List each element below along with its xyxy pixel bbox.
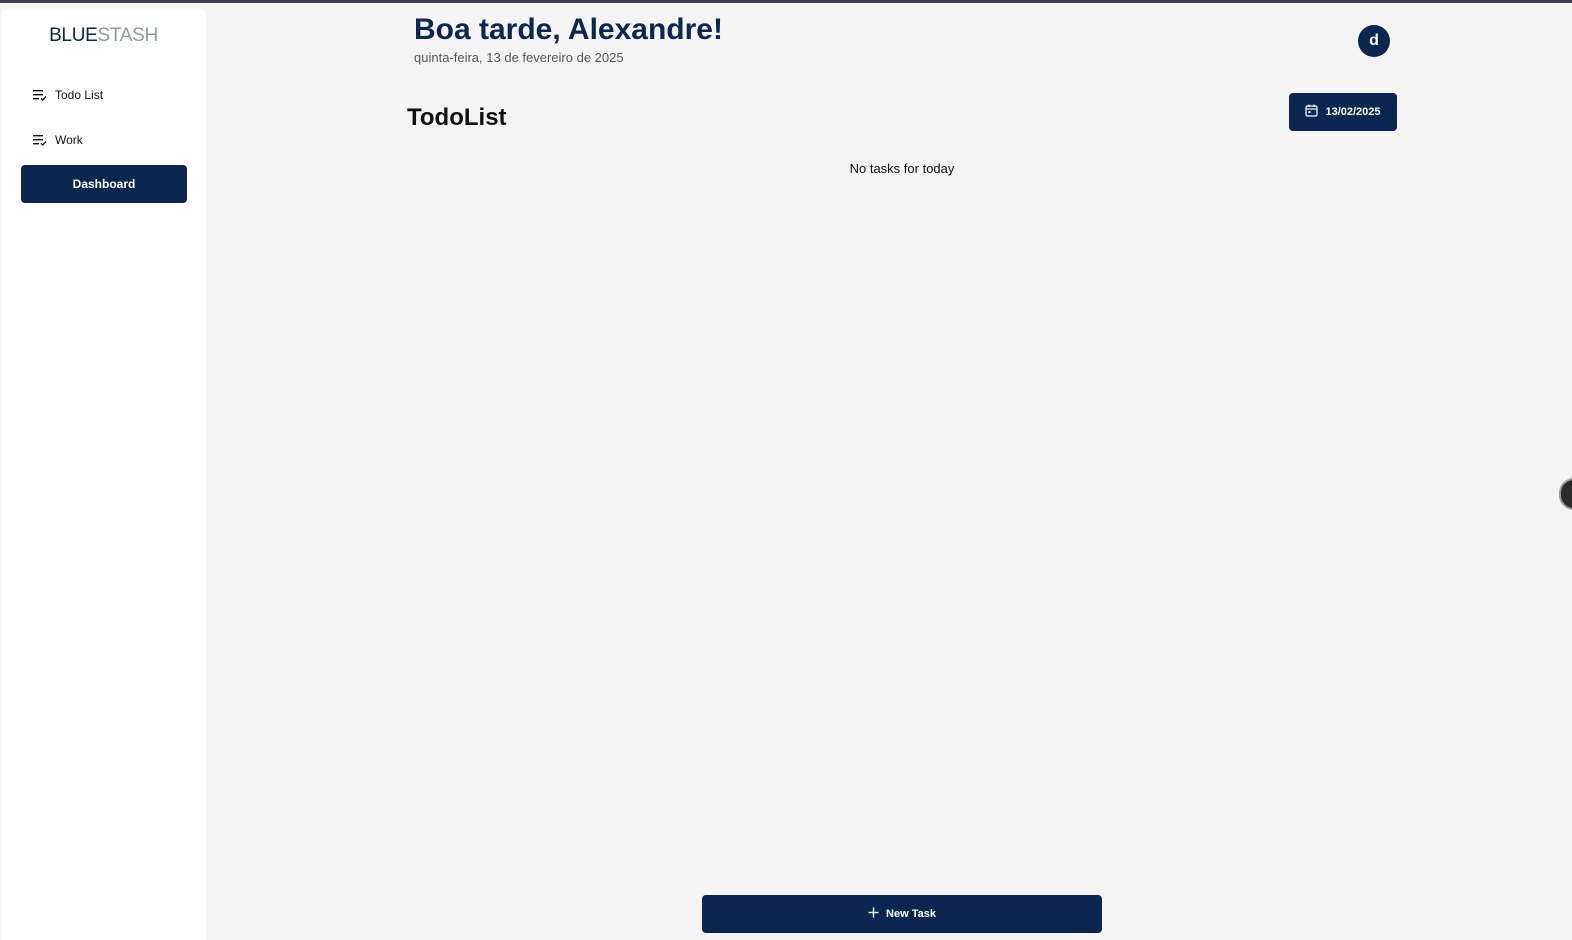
date-button-label: 13/02/2025 xyxy=(1325,106,1381,118)
sidebar-item-label: Dashboard xyxy=(72,177,136,191)
plus-icon xyxy=(868,907,879,921)
list-check-icon xyxy=(33,134,47,146)
floating-widget-handle[interactable] xyxy=(1559,478,1572,510)
current-date-text: quinta-feira, 13 de fevereiro de 2025 xyxy=(414,50,624,65)
greeting-title: Boa tarde, Alexandre! xyxy=(414,13,723,46)
new-task-label: New Task xyxy=(886,908,936,920)
date-picker-button[interactable]: 13/02/2025 xyxy=(1289,93,1397,131)
app-logo: BLUESTASH xyxy=(1,25,206,47)
calendar-icon xyxy=(1305,104,1319,120)
empty-tasks-message: No tasks for today xyxy=(849,161,955,176)
sidebar: BLUESTASH Todo List Work Dashboard xyxy=(1,9,206,940)
logo-text-stash: STASH xyxy=(97,25,159,46)
user-avatar[interactable]: d xyxy=(1358,25,1390,57)
list-check-icon xyxy=(33,89,47,101)
logo-text-blue: BLUE xyxy=(49,25,98,46)
sidebar-item-work[interactable]: Work xyxy=(33,133,83,147)
window-top-border xyxy=(0,0,1572,3)
sidebar-item-label: Work xyxy=(55,133,83,147)
sidebar-item-todo-list[interactable]: Todo List xyxy=(33,88,103,102)
avatar-initial: d xyxy=(1369,32,1379,49)
sidebar-item-label: Todo List xyxy=(55,88,104,102)
new-task-button[interactable]: New Task xyxy=(702,895,1102,933)
sidebar-item-dashboard[interactable]: Dashboard xyxy=(21,165,187,203)
page-title: TodoList xyxy=(407,104,507,131)
